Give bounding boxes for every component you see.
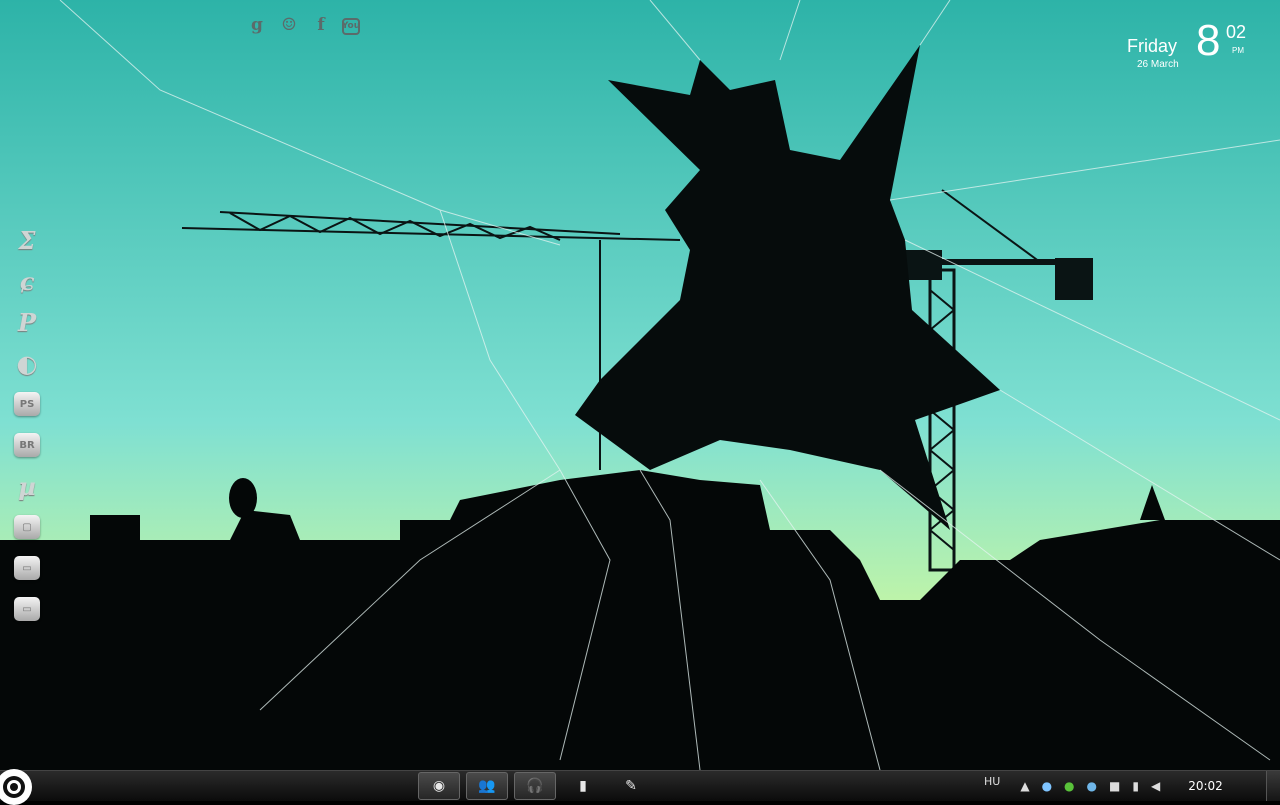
dock-item-photoshop[interactable]: PS	[8, 384, 46, 424]
drop-icon[interactable]: ●	[1042, 779, 1052, 793]
dock-item-1[interactable]: Ʃ	[8, 220, 46, 260]
google-icon[interactable]: g	[246, 14, 268, 36]
wallpaper-art	[0, 0, 1280, 770]
clock-hour: 8	[1196, 16, 1221, 65]
taskbar-time[interactable]: 20:02	[1188, 779, 1223, 793]
app-icon: ɕ	[19, 266, 35, 296]
start-orb-icon[interactable]	[0, 765, 44, 805]
taskbar: ◉ 👥 🎧 ▮ ✎ HU ▲ ● ● ● ■ ▮ ◀ 20:02	[0, 769, 1280, 805]
app-icon: ◐	[16, 348, 38, 378]
facebook-icon[interactable]: f	[310, 14, 332, 36]
show-desktop-button[interactable]	[1266, 771, 1280, 801]
firefox-icon: ◉	[432, 778, 446, 794]
messenger-tray-icon[interactable]: ●	[1087, 779, 1097, 793]
pen-button[interactable]: ✎	[610, 772, 652, 800]
dock-item-2[interactable]: ɕ	[8, 261, 46, 301]
computer-icon: ▭	[14, 597, 40, 621]
folder-icon: ▭	[14, 556, 40, 580]
firefox-button[interactable]: ◉	[418, 772, 460, 800]
headphones-icon: 🎧	[526, 778, 544, 794]
app-icon: ▢	[14, 515, 40, 539]
youtube-icon[interactable]: You	[342, 18, 360, 35]
notes-icon: ▮	[579, 778, 587, 794]
tray-expand-icon[interactable]: ▲	[1020, 779, 1029, 793]
side-dock: Ʃ ɕ P ◐ PS BR µ ▢ ▭ ▭	[8, 220, 48, 630]
dock-item-3[interactable]: P	[8, 302, 46, 342]
messenger-button[interactable]: 👥	[466, 772, 508, 800]
clock-minutes: 02	[1226, 22, 1247, 42]
clock-ampm: PM	[1232, 46, 1244, 55]
clock-date: 26 March	[1137, 59, 1179, 70]
contacts-icon: 👥	[478, 778, 496, 794]
pinned-apps: ◉ 👥 🎧 ▮ ✎	[418, 772, 652, 800]
pen-icon: ✎	[625, 778, 637, 794]
clipboard-icon[interactable]: ■	[1109, 779, 1120, 793]
dock-item-utorrent[interactable]: µ	[8, 466, 46, 506]
app-icon: P	[17, 307, 37, 337]
dock-item-4[interactable]: ◐	[8, 343, 46, 383]
photoshop-icon: PS	[14, 392, 40, 416]
dock-item-8[interactable]: ▢	[8, 507, 46, 547]
volume-icon[interactable]: ◀	[1151, 779, 1160, 793]
social-bar: g ☺ f You	[246, 14, 360, 36]
system-tray: HU ▲ ● ● ● ■ ▮ ◀ 20:02	[984, 771, 1223, 801]
dock-item-computer[interactable]: ▭	[8, 589, 46, 629]
dock-item-folder[interactable]: ▭	[8, 548, 46, 588]
chat-icon[interactable]: ●	[1064, 779, 1074, 793]
utorrent-icon: µ	[18, 471, 36, 501]
clock-day: Friday	[1127, 36, 1178, 56]
clock-widget: Friday 26 March 8 02 PM	[1120, 16, 1260, 78]
desktop-wallpaper	[0, 0, 1280, 770]
network-icon[interactable]: ▮	[1132, 779, 1139, 793]
app-icon: Ʃ	[18, 225, 36, 255]
devil-icon[interactable]: ☺	[278, 14, 300, 36]
dock-item-bridge[interactable]: BR	[8, 425, 46, 465]
notes-button[interactable]: ▮	[562, 772, 604, 800]
bridge-icon: BR	[14, 433, 40, 457]
music-button[interactable]: 🎧	[514, 772, 556, 800]
language-indicator[interactable]: HU	[984, 775, 1000, 788]
